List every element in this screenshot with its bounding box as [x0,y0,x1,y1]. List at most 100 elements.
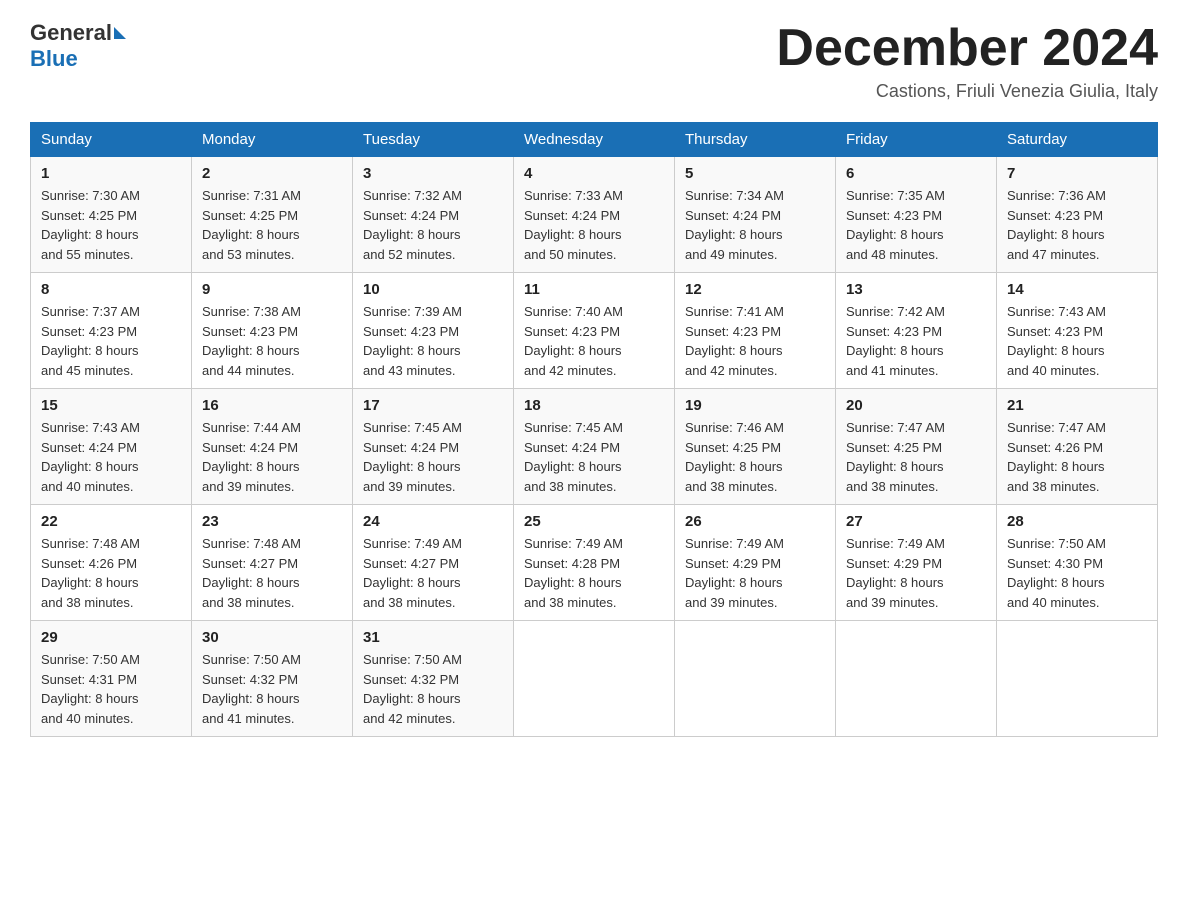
day-info: Sunrise: 7:45 AM Sunset: 4:24 PM Dayligh… [524,418,664,496]
calendar-cell: 9 Sunrise: 7:38 AM Sunset: 4:23 PM Dayli… [192,273,353,389]
day-info: Sunrise: 7:47 AM Sunset: 4:26 PM Dayligh… [1007,418,1147,496]
day-info: Sunrise: 7:48 AM Sunset: 4:27 PM Dayligh… [202,534,342,612]
day-number: 28 [1007,513,1147,530]
day-info: Sunrise: 7:49 AM Sunset: 4:29 PM Dayligh… [846,534,986,612]
calendar-cell: 13 Sunrise: 7:42 AM Sunset: 4:23 PM Dayl… [836,273,997,389]
calendar-cell: 27 Sunrise: 7:49 AM Sunset: 4:29 PM Dayl… [836,505,997,621]
calendar-cell: 7 Sunrise: 7:36 AM Sunset: 4:23 PM Dayli… [997,157,1158,273]
day-info: Sunrise: 7:45 AM Sunset: 4:24 PM Dayligh… [363,418,503,496]
calendar-cell: 23 Sunrise: 7:48 AM Sunset: 4:27 PM Dayl… [192,505,353,621]
col-saturday: Saturday [997,123,1158,157]
calendar-cell: 8 Sunrise: 7:37 AM Sunset: 4:23 PM Dayli… [31,273,192,389]
day-info: Sunrise: 7:35 AM Sunset: 4:23 PM Dayligh… [846,186,986,264]
day-info: Sunrise: 7:33 AM Sunset: 4:24 PM Dayligh… [524,186,664,264]
day-info: Sunrise: 7:42 AM Sunset: 4:23 PM Dayligh… [846,302,986,380]
calendar-cell: 2 Sunrise: 7:31 AM Sunset: 4:25 PM Dayli… [192,157,353,273]
day-info: Sunrise: 7:50 AM Sunset: 4:32 PM Dayligh… [202,650,342,728]
day-info: Sunrise: 7:49 AM Sunset: 4:29 PM Dayligh… [685,534,825,612]
calendar-cell: 1 Sunrise: 7:30 AM Sunset: 4:25 PM Dayli… [31,157,192,273]
calendar-cell: 12 Sunrise: 7:41 AM Sunset: 4:23 PM Dayl… [675,273,836,389]
title-section: December 2024 Castions, Friuli Venezia G… [776,20,1158,102]
page-header: General Blue December 2024 Castions, Fri… [30,20,1158,102]
day-info: Sunrise: 7:43 AM Sunset: 4:24 PM Dayligh… [41,418,181,496]
day-number: 11 [524,281,664,298]
calendar-cell: 14 Sunrise: 7:43 AM Sunset: 4:23 PM Dayl… [997,273,1158,389]
col-thursday: Thursday [675,123,836,157]
day-info: Sunrise: 7:32 AM Sunset: 4:24 PM Dayligh… [363,186,503,264]
day-info: Sunrise: 7:34 AM Sunset: 4:24 PM Dayligh… [685,186,825,264]
calendar-cell: 28 Sunrise: 7:50 AM Sunset: 4:30 PM Dayl… [997,505,1158,621]
day-info: Sunrise: 7:41 AM Sunset: 4:23 PM Dayligh… [685,302,825,380]
day-number: 20 [846,397,986,414]
day-number: 21 [1007,397,1147,414]
calendar-cell: 20 Sunrise: 7:47 AM Sunset: 4:25 PM Dayl… [836,389,997,505]
day-number: 9 [202,281,342,298]
calendar-cell: 10 Sunrise: 7:39 AM Sunset: 4:23 PM Dayl… [353,273,514,389]
calendar-row: 22 Sunrise: 7:48 AM Sunset: 4:26 PM Dayl… [31,505,1158,621]
day-info: Sunrise: 7:44 AM Sunset: 4:24 PM Dayligh… [202,418,342,496]
day-number: 26 [685,513,825,530]
calendar-cell [836,621,997,737]
day-info: Sunrise: 7:49 AM Sunset: 4:27 PM Dayligh… [363,534,503,612]
day-number: 15 [41,397,181,414]
day-info: Sunrise: 7:48 AM Sunset: 4:26 PM Dayligh… [41,534,181,612]
month-title: December 2024 [776,20,1158,77]
day-number: 4 [524,165,664,182]
day-info: Sunrise: 7:50 AM Sunset: 4:32 PM Dayligh… [363,650,503,728]
col-wednesday: Wednesday [514,123,675,157]
calendar-cell: 6 Sunrise: 7:35 AM Sunset: 4:23 PM Dayli… [836,157,997,273]
calendar-cell: 3 Sunrise: 7:32 AM Sunset: 4:24 PM Dayli… [353,157,514,273]
calendar-cell: 31 Sunrise: 7:50 AM Sunset: 4:32 PM Dayl… [353,621,514,737]
calendar-cell: 25 Sunrise: 7:49 AM Sunset: 4:28 PM Dayl… [514,505,675,621]
calendar-row: 29 Sunrise: 7:50 AM Sunset: 4:31 PM Dayl… [31,621,1158,737]
day-number: 2 [202,165,342,182]
day-number: 10 [363,281,503,298]
calendar-cell: 29 Sunrise: 7:50 AM Sunset: 4:31 PM Dayl… [31,621,192,737]
calendar-cell: 19 Sunrise: 7:46 AM Sunset: 4:25 PM Dayl… [675,389,836,505]
day-info: Sunrise: 7:46 AM Sunset: 4:25 PM Dayligh… [685,418,825,496]
day-info: Sunrise: 7:43 AM Sunset: 4:23 PM Dayligh… [1007,302,1147,380]
calendar-cell: 11 Sunrise: 7:40 AM Sunset: 4:23 PM Dayl… [514,273,675,389]
calendar-row: 8 Sunrise: 7:37 AM Sunset: 4:23 PM Dayli… [31,273,1158,389]
day-info: Sunrise: 7:49 AM Sunset: 4:28 PM Dayligh… [524,534,664,612]
day-info: Sunrise: 7:40 AM Sunset: 4:23 PM Dayligh… [524,302,664,380]
day-number: 8 [41,281,181,298]
day-info: Sunrise: 7:31 AM Sunset: 4:25 PM Dayligh… [202,186,342,264]
day-number: 22 [41,513,181,530]
day-number: 5 [685,165,825,182]
day-number: 6 [846,165,986,182]
day-info: Sunrise: 7:50 AM Sunset: 4:31 PM Dayligh… [41,650,181,728]
calendar-cell: 4 Sunrise: 7:33 AM Sunset: 4:24 PM Dayli… [514,157,675,273]
col-monday: Monday [192,123,353,157]
day-number: 24 [363,513,503,530]
logo-triangle-icon [114,27,126,39]
location-text: Castions, Friuli Venezia Giulia, Italy [776,81,1158,102]
day-number: 17 [363,397,503,414]
day-number: 27 [846,513,986,530]
calendar-cell: 21 Sunrise: 7:47 AM Sunset: 4:26 PM Dayl… [997,389,1158,505]
calendar-cell: 30 Sunrise: 7:50 AM Sunset: 4:32 PM Dayl… [192,621,353,737]
day-info: Sunrise: 7:50 AM Sunset: 4:30 PM Dayligh… [1007,534,1147,612]
calendar-header: Sunday Monday Tuesday Wednesday Thursday… [31,123,1158,157]
day-number: 30 [202,629,342,646]
calendar-cell: 26 Sunrise: 7:49 AM Sunset: 4:29 PM Dayl… [675,505,836,621]
day-info: Sunrise: 7:38 AM Sunset: 4:23 PM Dayligh… [202,302,342,380]
calendar-cell: 5 Sunrise: 7:34 AM Sunset: 4:24 PM Dayli… [675,157,836,273]
day-number: 1 [41,165,181,182]
day-info: Sunrise: 7:39 AM Sunset: 4:23 PM Dayligh… [363,302,503,380]
calendar-cell: 22 Sunrise: 7:48 AM Sunset: 4:26 PM Dayl… [31,505,192,621]
calendar-cell: 15 Sunrise: 7:43 AM Sunset: 4:24 PM Dayl… [31,389,192,505]
day-number: 31 [363,629,503,646]
calendar-cell [997,621,1158,737]
calendar-row: 1 Sunrise: 7:30 AM Sunset: 4:25 PM Dayli… [31,157,1158,273]
day-number: 14 [1007,281,1147,298]
calendar-body: 1 Sunrise: 7:30 AM Sunset: 4:25 PM Dayli… [31,157,1158,737]
day-info: Sunrise: 7:37 AM Sunset: 4:23 PM Dayligh… [41,302,181,380]
calendar-cell: 17 Sunrise: 7:45 AM Sunset: 4:24 PM Dayl… [353,389,514,505]
logo: General Blue [30,20,126,72]
calendar-table: Sunday Monday Tuesday Wednesday Thursday… [30,122,1158,737]
day-number: 13 [846,281,986,298]
col-friday: Friday [836,123,997,157]
day-number: 23 [202,513,342,530]
calendar-cell [514,621,675,737]
